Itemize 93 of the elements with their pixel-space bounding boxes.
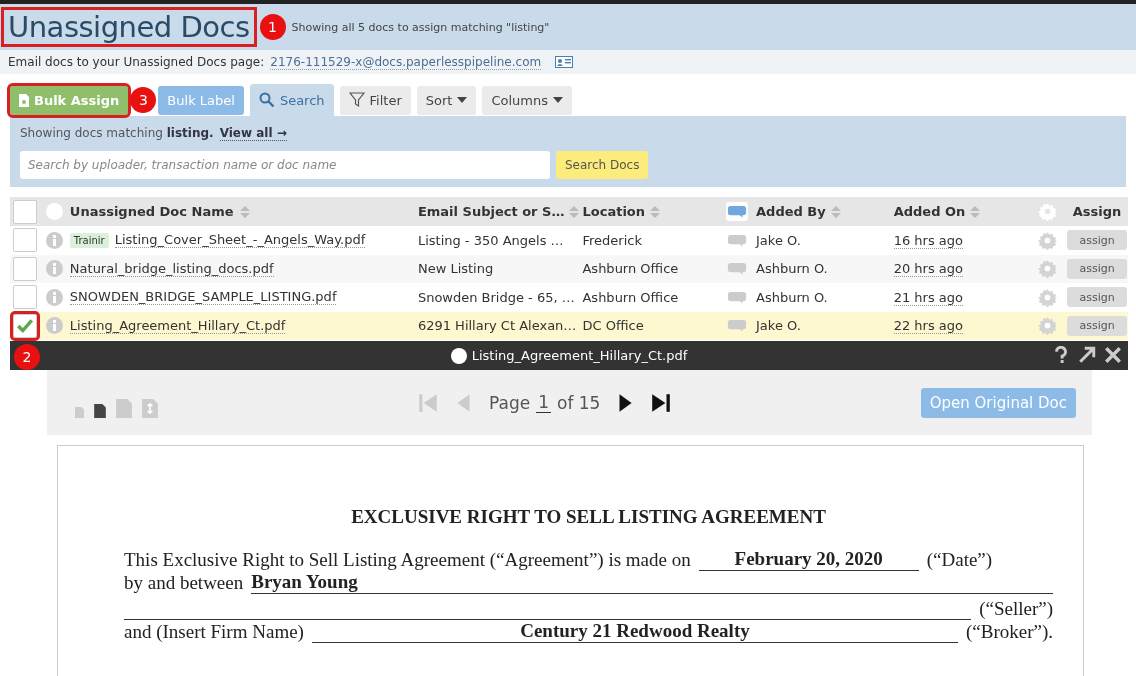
select-all-checkbox[interactable] [12,199,37,224]
assign-button[interactable]: assign [1067,258,1128,279]
document-text: by and between [124,572,244,594]
sort-icon[interactable] [239,204,250,219]
search-button[interactable]: Search [249,84,334,116]
column-header[interactable]: Added By [756,204,826,219]
table-cell-text: Ashburn Office [582,289,680,305]
search-field[interactable]: Search by uploader, transaction name or doc name [20,151,550,179]
table-row[interactable]: SNOWDEN_BRIDGE_SAMPLE_LISTING.pdf Snowden Bridge - 65, … Ashburn Office Ashburn O. 21 hrs ago assign [10,283,1128,312]
row-checkbox[interactable] [12,256,37,281]
last-page-icon[interactable] [650,391,673,414]
column-header[interactable]: Location [582,204,646,219]
page-count: of 15 [557,392,601,413]
dropdown-button[interactable]: Sort [416,85,477,115]
column-header: Assign [1071,204,1123,219]
doc-name-link[interactable]: Natural_bridge_listing_docs.pdf [69,260,274,277]
settings-icon[interactable] [1037,230,1057,250]
sort-icon[interactable] [970,204,981,219]
document-text: (“Broker”). [965,621,1053,643]
search-status-text: Showing docs matching listing. [20,126,214,141]
search-icon [258,92,275,108]
contact-card-icon[interactable] [555,56,574,68]
document-text: This Exclusive Right to Sell Listing Agreement (“Agreement”) is made on [124,549,691,571]
table-cell: 16 hrs ago [893,232,963,249]
filter-button[interactable]: Filter [339,85,411,115]
small-page-icon[interactable] [75,407,84,418]
email-link[interactable]: 2176-111529-x@docs.paperlesspipeline.com [270,54,542,70]
page-title: Unassigned Docs [4,10,254,44]
sort-icon[interactable] [650,204,661,219]
table-row[interactable]: Trainir Listing_Cover_Sheet_-_Angels_Way.pdf Listing - 350 Angels … Frederick Jake O. 16 hrs ago assign [10,226,1128,255]
dropdown-button[interactable]: Columns [482,85,572,115]
assign-button[interactable]: assign [1067,315,1128,336]
document-icon [19,93,29,107]
filter-icon [348,92,365,108]
sort-icon[interactable] [569,204,580,219]
settings-icon[interactable] [1037,287,1057,307]
step-badge: 1 [259,14,286,40]
page-icon[interactable] [94,404,106,418]
table-cell: 20 hrs ago [893,261,963,278]
table-cell-text: Listing - 350 Angels … [417,232,565,248]
expand-arrow-icon[interactable] [1078,346,1096,364]
comment-icon[interactable] [726,202,749,221]
sort-icon[interactable] [830,204,841,219]
viewer-title: Listing_Agreement_Hillary_Ct.pdf [471,348,688,363]
document-text: (“Seller”) [979,598,1053,620]
table-cell-text: Snowden Bridge - 65, … [417,289,576,305]
step-badge: 3 [130,87,157,113]
document-field: February 20, 2020 [698,548,919,571]
table-cell: 21 hrs ago [893,289,963,306]
search-docs-button[interactable]: Search Docs [556,151,649,179]
doc-name-link[interactable]: Listing_Cover_Sheet_-_Angels_Way.pdf [114,232,366,249]
table-row[interactable]: Natural_bridge_listing_docs.pdf New Listing Ashburn Office Ashburn O. 20 hrs ago assign [10,254,1128,283]
tag-label: Trainir [69,232,109,248]
document-text: and (Insert Firm Name) [124,621,304,643]
table-cell-text: Ashburn O. [755,261,829,277]
email-label: Email docs to your Unassigned Docs page: [8,55,265,69]
row-checkbox[interactable] [12,313,37,338]
caret-icon [457,97,468,103]
settings-icon[interactable] [1037,202,1057,221]
table-cell-text: Frederick [582,232,643,248]
table-cell-text: Ashburn O. [755,289,829,305]
table-cell-text: DC Office [582,318,645,334]
close-icon[interactable] [1104,346,1122,364]
doc-name-link[interactable]: Listing_Agreement_Hillary_Ct.pdf [69,317,286,334]
column-header[interactable]: Added On [893,204,966,219]
page-subtitle: Showing all 5 docs to assign matching "listing" [291,20,550,34]
table-cell-text: Jake O. [754,318,802,334]
first-page-icon[interactable] [417,391,439,414]
assign-button[interactable]: assign [1067,287,1128,308]
document-heading: EXCLUSIVE RIGHT TO SELL LISTING AGREEMENT [350,506,827,528]
caret-icon [552,97,563,103]
table-cell-text: New Listing [417,261,495,277]
fit-height-icon[interactable] [142,399,158,418]
table-cell-text: Ashburn Office [582,261,680,277]
document-text: (“Date”) [926,549,993,571]
assign-button[interactable]: assign [1067,230,1128,251]
page-label: Page [489,392,531,413]
doc-name-link[interactable]: SNOWDEN_BRIDGE_SAMPLE_LISTING.pdf [69,289,337,306]
large-page-icon[interactable] [116,399,132,418]
page-number-field[interactable]: 1 [536,392,551,413]
document-field: Century 21 Redwood Realty [311,620,958,643]
row-checkbox[interactable] [12,285,37,310]
row-checkbox[interactable] [12,228,37,253]
document-field: Bryan Young [251,571,1053,594]
table-cell: 22 hrs ago [893,318,963,335]
table-cell-text: 6291 Hillary Ct Alexan… [417,318,578,334]
settings-icon[interactable] [1037,259,1057,279]
column-header[interactable]: Unassigned Doc Name [69,204,234,219]
settings-icon[interactable] [1037,316,1057,336]
view-all-link[interactable]: View all → [219,126,287,141]
table-cell-text: Jake O. [754,232,802,248]
column-header[interactable]: Email Subject or S… [417,204,565,219]
help-icon[interactable] [1052,346,1070,364]
